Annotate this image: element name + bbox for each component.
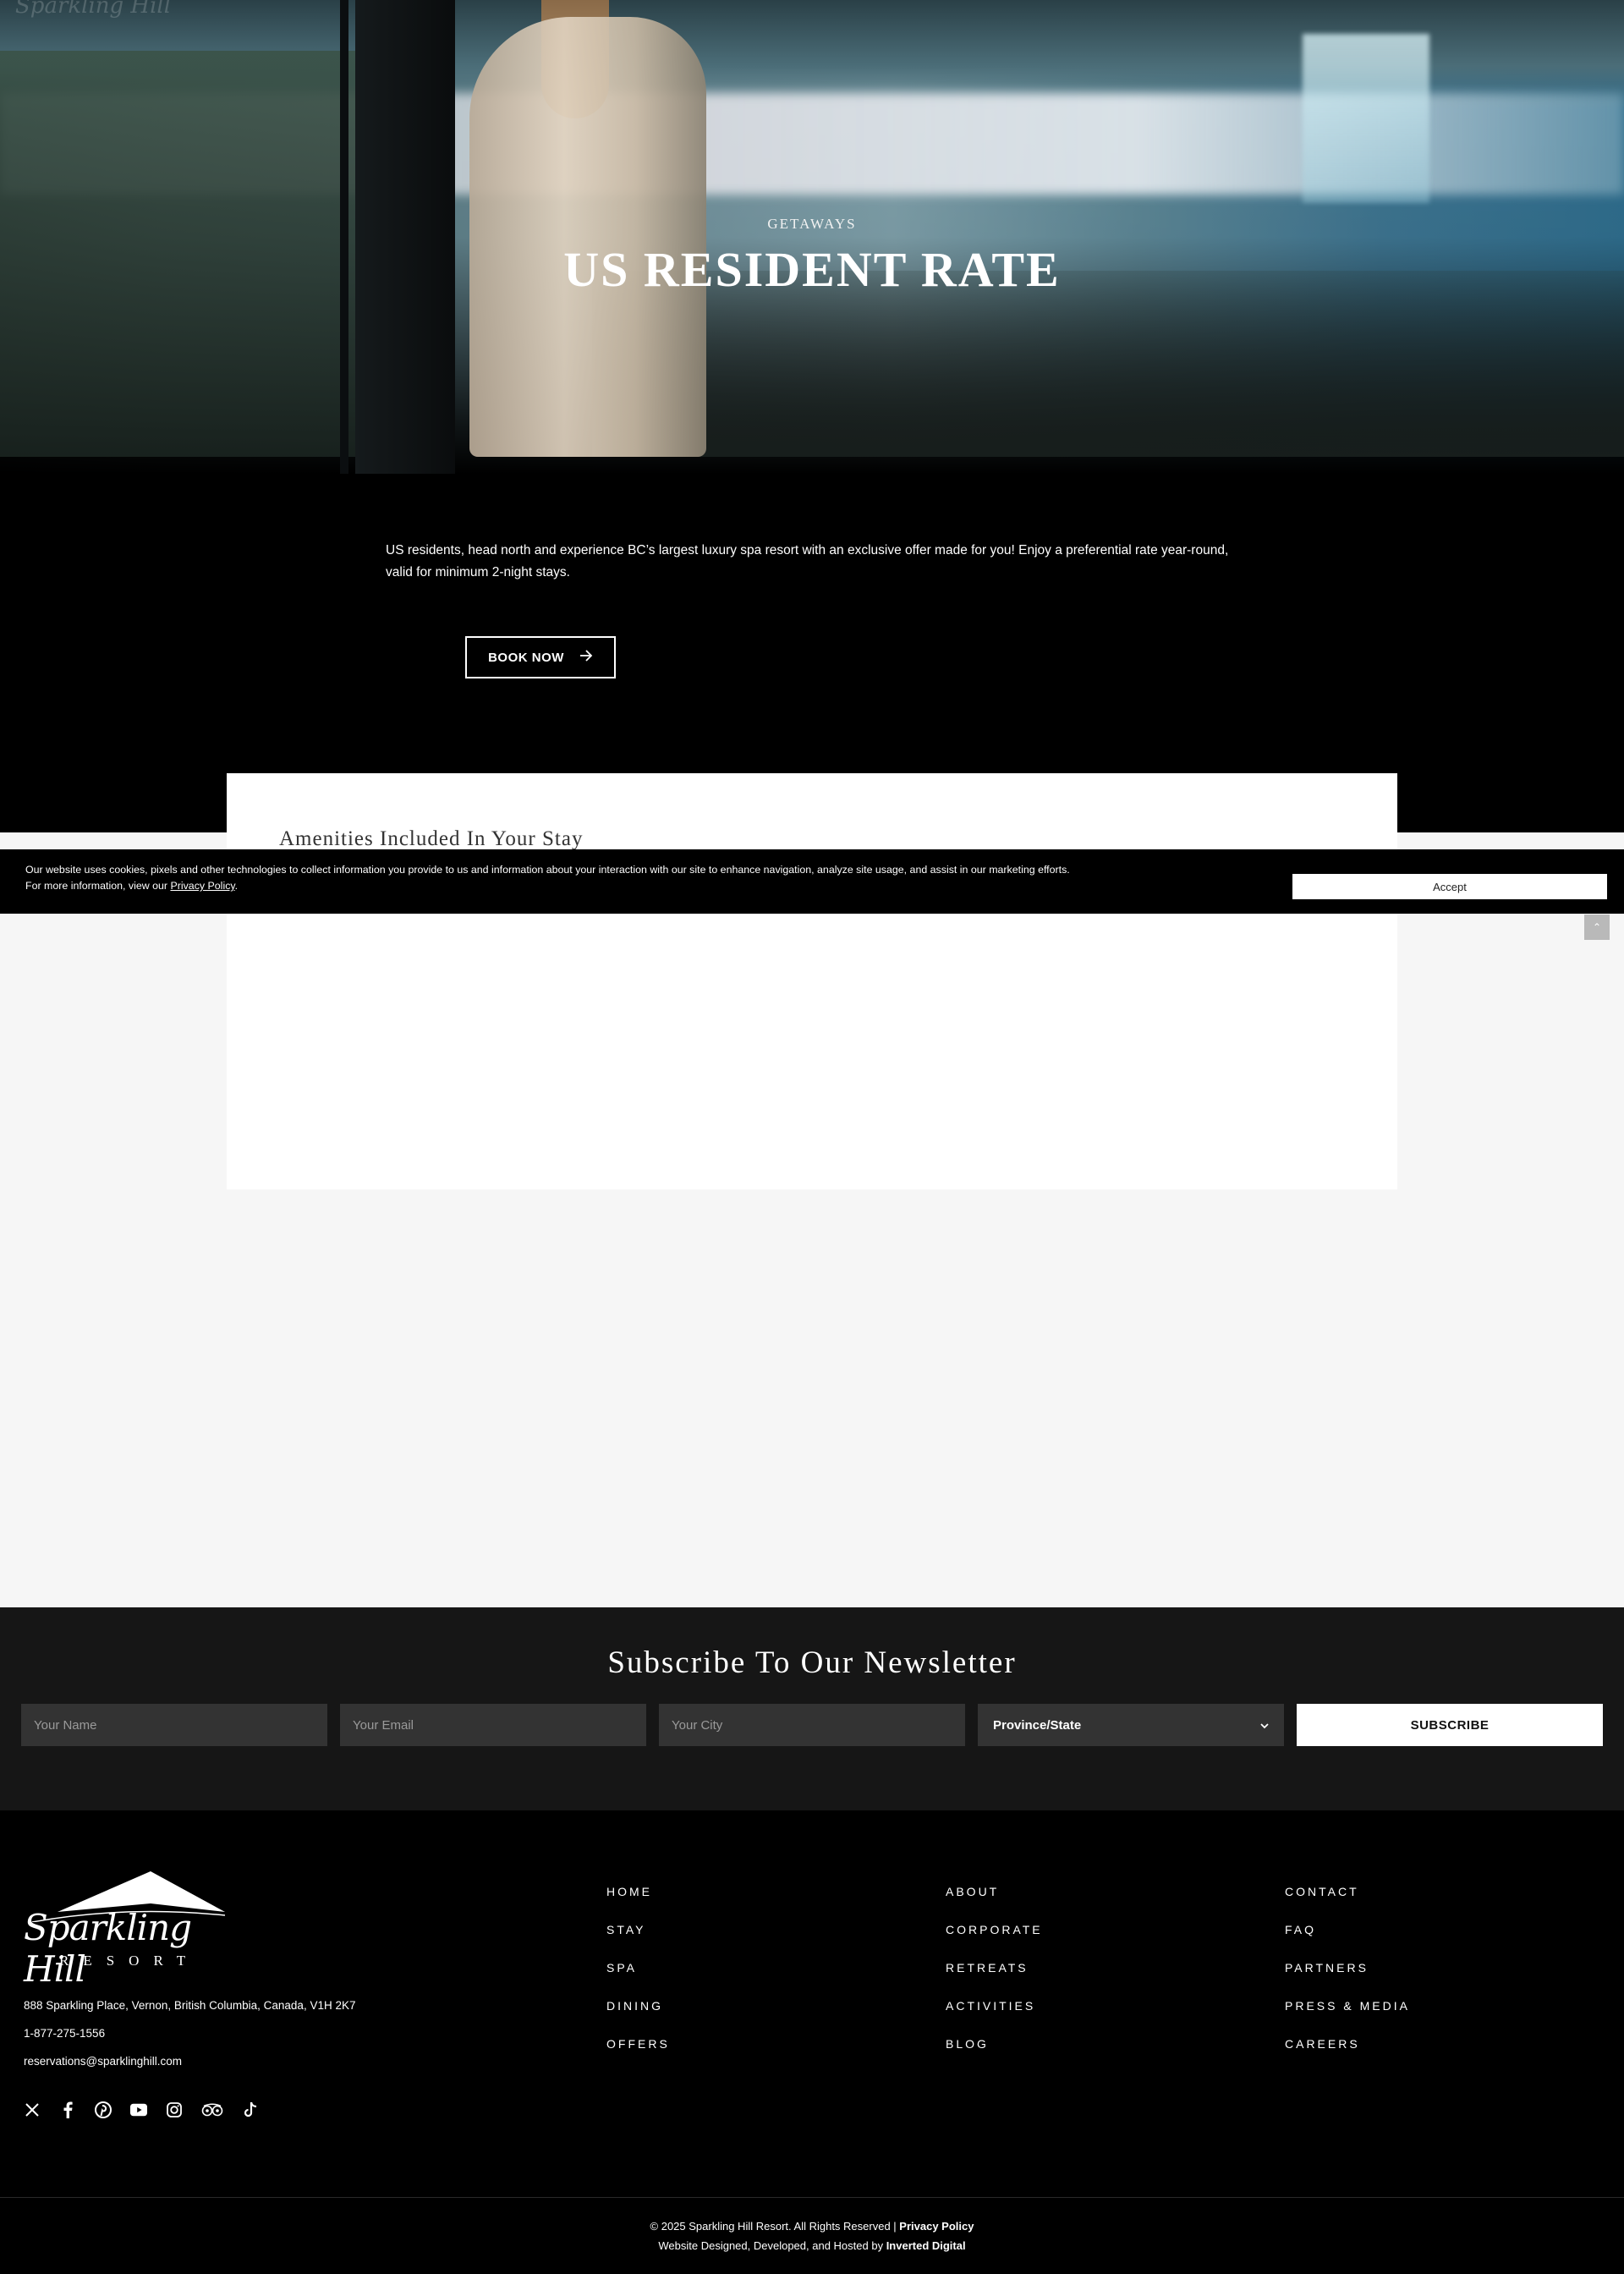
credit-link[interactable]: Inverted Digital — [886, 2239, 966, 2252]
footer-nav-col-3: CONTACT FAQ PARTNERS PRESS & MEDIA CAREE… — [1285, 1885, 1410, 2075]
footer-link-about[interactable]: ABOUT — [946, 1885, 1043, 1899]
footer-link-stay[interactable]: STAY — [606, 1923, 670, 1937]
newsletter-province-select[interactable]: Province/State — [978, 1704, 1284, 1746]
intro-text: US residents, head north and experience … — [386, 543, 1229, 579]
hero-person-robe — [469, 17, 706, 457]
cookie-line-1: Our website uses cookies, pixels and oth… — [25, 864, 1070, 876]
cookie-message: Our website uses cookies, pixels and oth… — [25, 862, 1070, 894]
chevron-down-icon — [1260, 1718, 1269, 1733]
footer-link-offers[interactable]: OFFERS — [606, 2037, 670, 2052]
book-now-button[interactable]: BOOK NOW — [465, 636, 616, 678]
footer-nav-col-2: ABOUT CORPORATE RETREATS ACTIVITIES BLOG — [946, 1885, 1043, 2075]
cookie-line-2-prefix: For more information, view our — [25, 880, 171, 892]
newsletter-section: Subscribe To Our Newsletter Province/Sta… — [0, 1607, 1624, 1810]
amenities-card: Amenities Included In Your Stay — [227, 773, 1397, 1189]
footer-divider — [0, 2197, 1624, 2198]
footer-email[interactable]: reservations@sparklinghill.com — [24, 2055, 182, 2068]
footer-link-activities[interactable]: ACTIVITIES — [946, 1999, 1043, 2013]
cookie-banner: Our website uses cookies, pixels and oth… — [0, 849, 1624, 914]
footer-link-blog[interactable]: BLOG — [946, 2037, 1043, 2052]
hero-trees-bottom — [592, 271, 1624, 457]
copyright-text: © 2025 Sparkling Hill Resort. All Rights… — [650, 2220, 900, 2233]
footer-privacy-link[interactable]: Privacy Policy — [899, 2220, 974, 2233]
youtube-icon[interactable] — [130, 2101, 147, 2118]
logo-script: Sparkling Hill — [24, 1907, 192, 1990]
footer-link-contact[interactable]: CONTACT — [1285, 1885, 1410, 1899]
pinterest-icon[interactable] — [95, 2101, 112, 2118]
newsletter-title: Subscribe To Our Newsletter — [607, 1645, 1017, 1680]
cookie-privacy-link[interactable]: Privacy Policy — [170, 880, 234, 892]
footer-nav-col-1: HOME STAY SPA DINING OFFERS — [606, 1885, 670, 2075]
window-frame-left — [340, 0, 348, 474]
arrow-right-icon — [579, 650, 593, 665]
footer-link-corporate[interactable]: CORPORATE — [946, 1923, 1043, 1937]
footer-link-faq[interactable]: FAQ — [1285, 1923, 1410, 1937]
tripadvisor-icon[interactable] — [201, 2101, 223, 2118]
footer-link-home[interactable]: HOME — [606, 1885, 670, 1899]
footer-phone[interactable]: 1-877-275-1556 — [24, 2027, 105, 2040]
instagram-icon[interactable] — [166, 2101, 183, 2118]
newsletter-name-input[interactable] — [21, 1704, 327, 1746]
hero-window-reflection — [1303, 34, 1429, 203]
scroll-to-top-button[interactable]: ⌃ — [1584, 915, 1610, 940]
newsletter-email-input[interactable] — [340, 1704, 646, 1746]
hero-kicker: GETAWAYS — [767, 216, 857, 232]
copyright-line: © 2025 Sparkling Hill Resort. All Rights… — [0, 2220, 1624, 2233]
logo-subtitle: RESORT — [59, 1953, 200, 1969]
cookie-accept-button[interactable]: Accept — [1292, 874, 1607, 899]
footer-link-retreats[interactable]: RETREATS — [946, 1961, 1043, 1975]
newsletter-subscribe-button[interactable]: SUBSCRIBE — [1297, 1704, 1603, 1746]
footer-address: 888 Sparkling Place, Vernon, British Col… — [24, 1999, 356, 2012]
book-now-label: BOOK NOW — [488, 650, 564, 665]
newsletter-city-input[interactable] — [659, 1704, 965, 1746]
tiktok-icon[interactable] — [242, 2101, 259, 2118]
site-footer: Sparkling Hill RESORT 888 Sparkling Plac… — [0, 1810, 1624, 2274]
footer-link-dining[interactable]: DINING — [606, 1999, 670, 2013]
footer-link-press-media[interactable]: PRESS & MEDIA — [1285, 1999, 1410, 2013]
cookie-line-2-suffix: . — [234, 880, 239, 892]
credit-line: Website Designed, Developed, and Hosted … — [0, 2239, 1624, 2252]
hero-banner: Sparkling Hill GETAWAYS US RESIDENT RATE — [0, 0, 1624, 474]
window-frame-pillar — [355, 0, 455, 474]
chevron-up-icon: ⌃ — [1592, 921, 1602, 933]
facebook-icon[interactable] — [59, 2101, 76, 2118]
footer-link-careers[interactable]: CAREERS — [1285, 2037, 1410, 2052]
hero-watermark: Sparkling Hill — [15, 0, 172, 19]
province-select-value: Province/State — [993, 1717, 1082, 1733]
social-links — [24, 2101, 259, 2118]
x-icon[interactable] — [24, 2101, 41, 2118]
footer-link-spa[interactable]: SPA — [606, 1961, 670, 1975]
amenities-title: Amenities Included In Your Stay — [279, 827, 584, 850]
page-title: US RESIDENT RATE — [563, 242, 1061, 297]
credit-text: Website Designed, Developed, and Hosted … — [658, 2239, 886, 2252]
resort-logo[interactable]: Sparkling Hill RESORT — [24, 1871, 227, 1990]
footer-link-partners[interactable]: PARTNERS — [1285, 1961, 1410, 1975]
